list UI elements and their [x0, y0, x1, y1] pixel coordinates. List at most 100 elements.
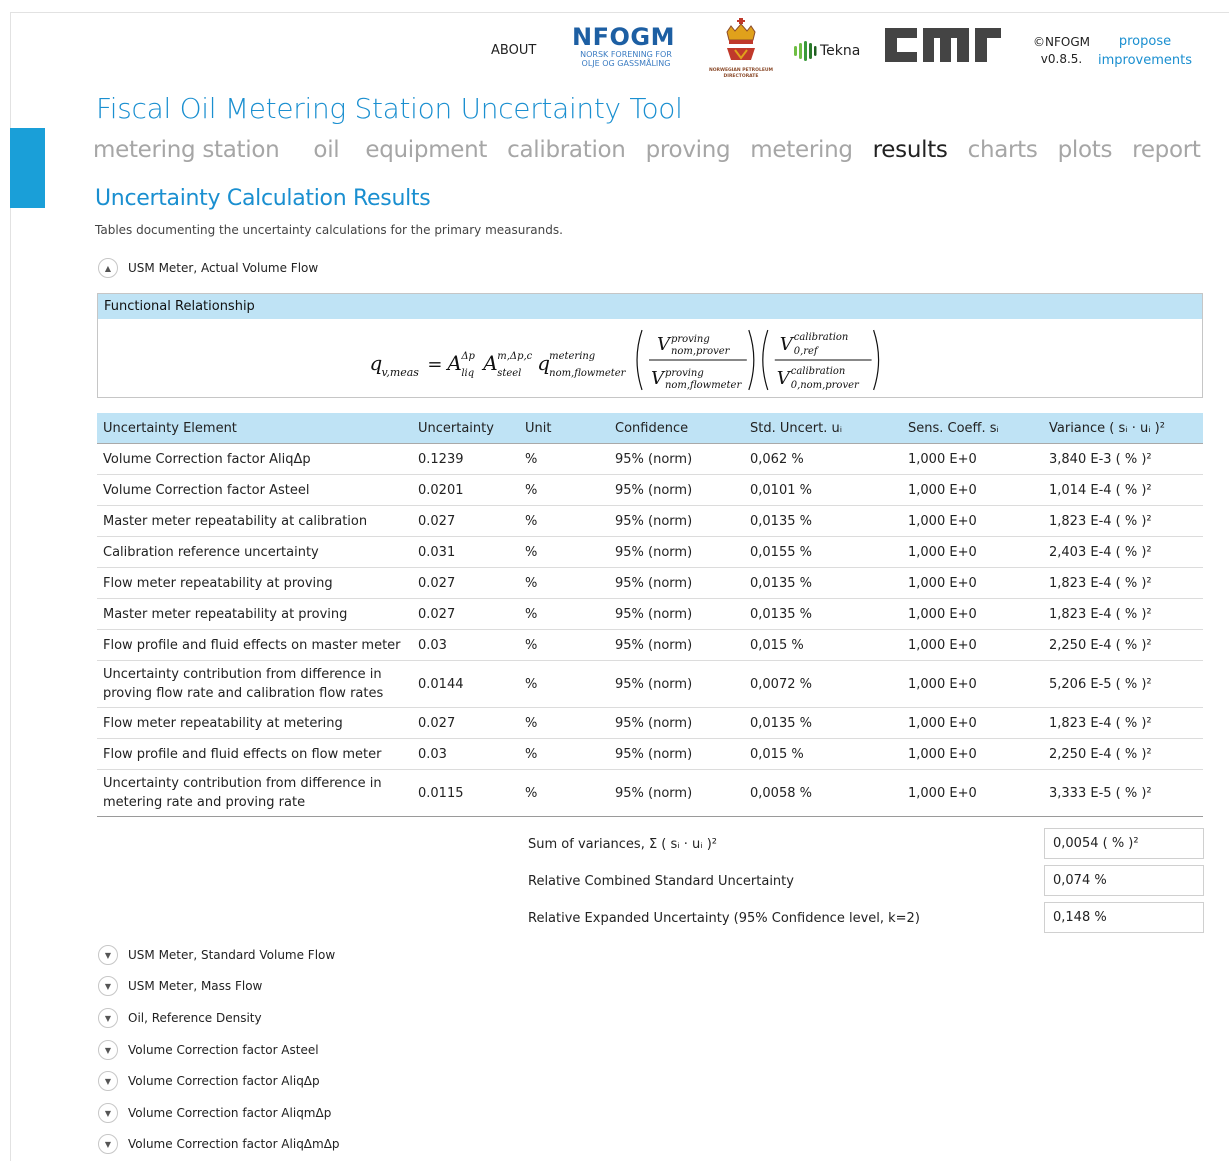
nfogm-logo-subtitle: NORSK FORENING FOR OLJE OG GASSMÅLING	[580, 50, 672, 68]
svg-text:liq: liq	[461, 368, 474, 379]
chevron-down-icon: ▼	[98, 945, 118, 965]
propose-line1: propose	[1118, 34, 1172, 49]
tab-plots[interactable]: plots	[1058, 137, 1113, 163]
panel-label: Volume Correction factor AliqΔp	[128, 1074, 320, 1088]
cell-unit: %	[519, 629, 609, 661]
propose-improvements-link[interactable]: propose improvements	[1098, 32, 1192, 70]
cell-sens-coeff: 1,000 E+0	[902, 769, 1043, 817]
panel-toggle-aliqdmdp[interactable]: ▼ Volume Correction factor AliqΔmΔp	[98, 1134, 340, 1154]
tab-metering-station[interactable]: metering station	[93, 137, 280, 163]
nfogm-logo[interactable]: NFOGM NORSK FORENING FOR OLJE OG GASSMÅL…	[572, 24, 680, 68]
formula-image: q v,meas = A Δp liq A m,Δp,c steel q met…	[370, 329, 880, 391]
col-header-std-uncert: Std. Uncert. uᵢ	[744, 413, 902, 444]
tab-oil[interactable]: oil	[313, 137, 339, 163]
panel-toggle-asteel[interactable]: ▼ Volume Correction factor Asteel	[98, 1040, 319, 1060]
cell-std-uncert: 0,0135 %	[744, 505, 902, 537]
functional-relationship-title: Functional Relationship	[98, 294, 1202, 319]
nfogm-logo-text: NFOGM	[572, 23, 675, 51]
cell-uncertainty: 0.03	[412, 629, 519, 661]
svg-text:V: V	[780, 334, 795, 355]
cell-unit: %	[519, 474, 609, 506]
tab-report[interactable]: report	[1132, 137, 1201, 163]
svg-text:nom,prover: nom,prover	[671, 346, 731, 357]
svg-text:nom,flowmeter: nom,flowmeter	[665, 380, 742, 391]
npd-logo-subtitle: NORWEGIAN PETROLEUM DIRECTORATE	[708, 68, 774, 79]
panel-label: USM Meter, Actual Volume Flow	[128, 261, 319, 275]
cell-std-uncert: 0,0135 %	[744, 707, 902, 739]
svg-text:steel: steel	[497, 368, 521, 379]
panel-toggle-mass-flow[interactable]: ▼ USM Meter, Mass Flow	[98, 976, 262, 996]
panel-label: USM Meter, Standard Volume Flow	[128, 948, 336, 962]
cell-confidence: 95% (norm)	[609, 707, 744, 739]
table-header-row: Uncertainty Element Uncertainty Unit Con…	[97, 413, 1203, 444]
tab-results[interactable]: results	[873, 137, 948, 163]
panel-toggle-actual-volume-flow[interactable]: ▲ USM Meter, Actual Volume Flow	[98, 258, 318, 278]
svg-text:proving: proving	[671, 334, 710, 345]
cell-uncertainty: 0.1239	[412, 443, 519, 475]
panel-toggle-aliqmdp[interactable]: ▼ Volume Correction factor AliqmΔp	[98, 1103, 331, 1123]
chevron-down-icon: ▼	[98, 1008, 118, 1028]
cell-variance: 2,250 E-4 ( % )²	[1043, 629, 1203, 661]
cell-unit: %	[519, 598, 609, 630]
npd-logo[interactable]: NORWEGIAN PETROLEUM DIRECTORATE	[700, 18, 782, 80]
cell-confidence: 95% (norm)	[609, 567, 744, 599]
svg-text:m,Δp,c: m,Δp,c	[497, 351, 532, 362]
table-body: Volume Correction factor AliqΔp 0.1239 %…	[97, 443, 1203, 817]
table-row: Flow profile and fluid effects on master…	[97, 629, 1203, 661]
app-title: Fiscal Oil Metering Station Uncertainty …	[96, 92, 683, 125]
panel-toggle-standard-volume-flow[interactable]: ▼ USM Meter, Standard Volume Flow	[98, 945, 335, 965]
cell-variance: 5,206 E-5 ( % )²	[1043, 660, 1203, 708]
chevron-down-icon: ▼	[98, 1103, 118, 1123]
cell-element: Flow meter repeatability at proving	[97, 567, 412, 599]
chevron-down-icon: ▼	[98, 1134, 118, 1154]
tekna-logo[interactable]: Tekna	[793, 40, 860, 62]
cell-element: Volume Correction factor AliqΔp	[97, 443, 412, 475]
side-accent-bar	[10, 128, 45, 208]
cell-variance: 2,250 E-4 ( % )²	[1043, 738, 1203, 770]
svg-text:A: A	[445, 351, 461, 375]
combined-uncertainty-value: 0,074 %	[1044, 865, 1204, 896]
version-text: v0.8.5.	[1040, 52, 1083, 66]
cell-std-uncert: 0,0135 %	[744, 598, 902, 630]
cell-element: Uncertainty contribution from difference…	[97, 660, 412, 708]
panel-label: Volume Correction factor AliqmΔp	[128, 1106, 332, 1120]
cell-confidence: 95% (norm)	[609, 443, 744, 475]
tab-calibration[interactable]: calibration	[507, 137, 626, 163]
cell-element: Flow profile and fluid effects on flow m…	[97, 738, 412, 770]
table-row: Master meter repeatability at proving 0.…	[97, 598, 1203, 630]
cell-std-uncert: 0,015 %	[744, 629, 902, 661]
cell-confidence: 95% (norm)	[609, 629, 744, 661]
tab-proving[interactable]: proving	[646, 137, 731, 163]
svg-text:V: V	[657, 334, 672, 355]
svg-text:nom,flowmeter: nom,flowmeter	[549, 368, 626, 379]
uncertainty-table: Uncertainty Element Uncertainty Unit Con…	[97, 413, 1203, 817]
about-link[interactable]: ABOUT	[491, 43, 536, 58]
cell-variance: 1,014 E-4 ( % )²	[1043, 474, 1203, 506]
panel-toggle-aliqdp[interactable]: ▼ Volume Correction factor AliqΔp	[98, 1071, 320, 1091]
svg-text:0,ref: 0,ref	[794, 346, 820, 357]
sum-of-variances-label: Sum of variances, Σ ( sᵢ · uᵢ )²	[528, 837, 717, 852]
cell-unit: %	[519, 443, 609, 475]
cell-sens-coeff: 1,000 E+0	[902, 738, 1043, 770]
cell-std-uncert: 0,062 %	[744, 443, 902, 475]
tab-equipment[interactable]: equipment	[365, 137, 487, 163]
main-nav: metering station oil equipment calibrati…	[93, 137, 1221, 163]
cell-variance: 1,823 E-4 ( % )²	[1043, 505, 1203, 537]
cell-variance: 3,840 E-3 ( % )²	[1043, 443, 1203, 475]
table-row: Calibration reference uncertainty 0.031 …	[97, 536, 1203, 568]
tab-metering[interactable]: metering	[750, 137, 853, 163]
cell-confidence: 95% (norm)	[609, 505, 744, 537]
cell-element: Master meter repeatability at proving	[97, 598, 412, 630]
cell-variance: 1,823 E-4 ( % )²	[1043, 567, 1203, 599]
cell-sens-coeff: 1,000 E+0	[902, 567, 1043, 599]
sum-of-variances-value: 0,0054 ( % )²	[1044, 828, 1204, 859]
panel-toggle-reference-density[interactable]: ▼ Oil, Reference Density	[98, 1008, 262, 1028]
col-header-unit: Unit	[519, 413, 609, 444]
cell-element: Flow profile and fluid effects on master…	[97, 629, 412, 661]
table-row: Master meter repeatability at calibratio…	[97, 505, 1203, 537]
cmr-logo[interactable]: cmr	[883, 22, 1003, 66]
svg-text:proving: proving	[665, 368, 704, 379]
tab-charts[interactable]: charts	[968, 137, 1038, 163]
expanded-uncertainty-value: 0,148 %	[1044, 902, 1204, 933]
cell-variance: 3,333 E-5 ( % )²	[1043, 769, 1203, 817]
